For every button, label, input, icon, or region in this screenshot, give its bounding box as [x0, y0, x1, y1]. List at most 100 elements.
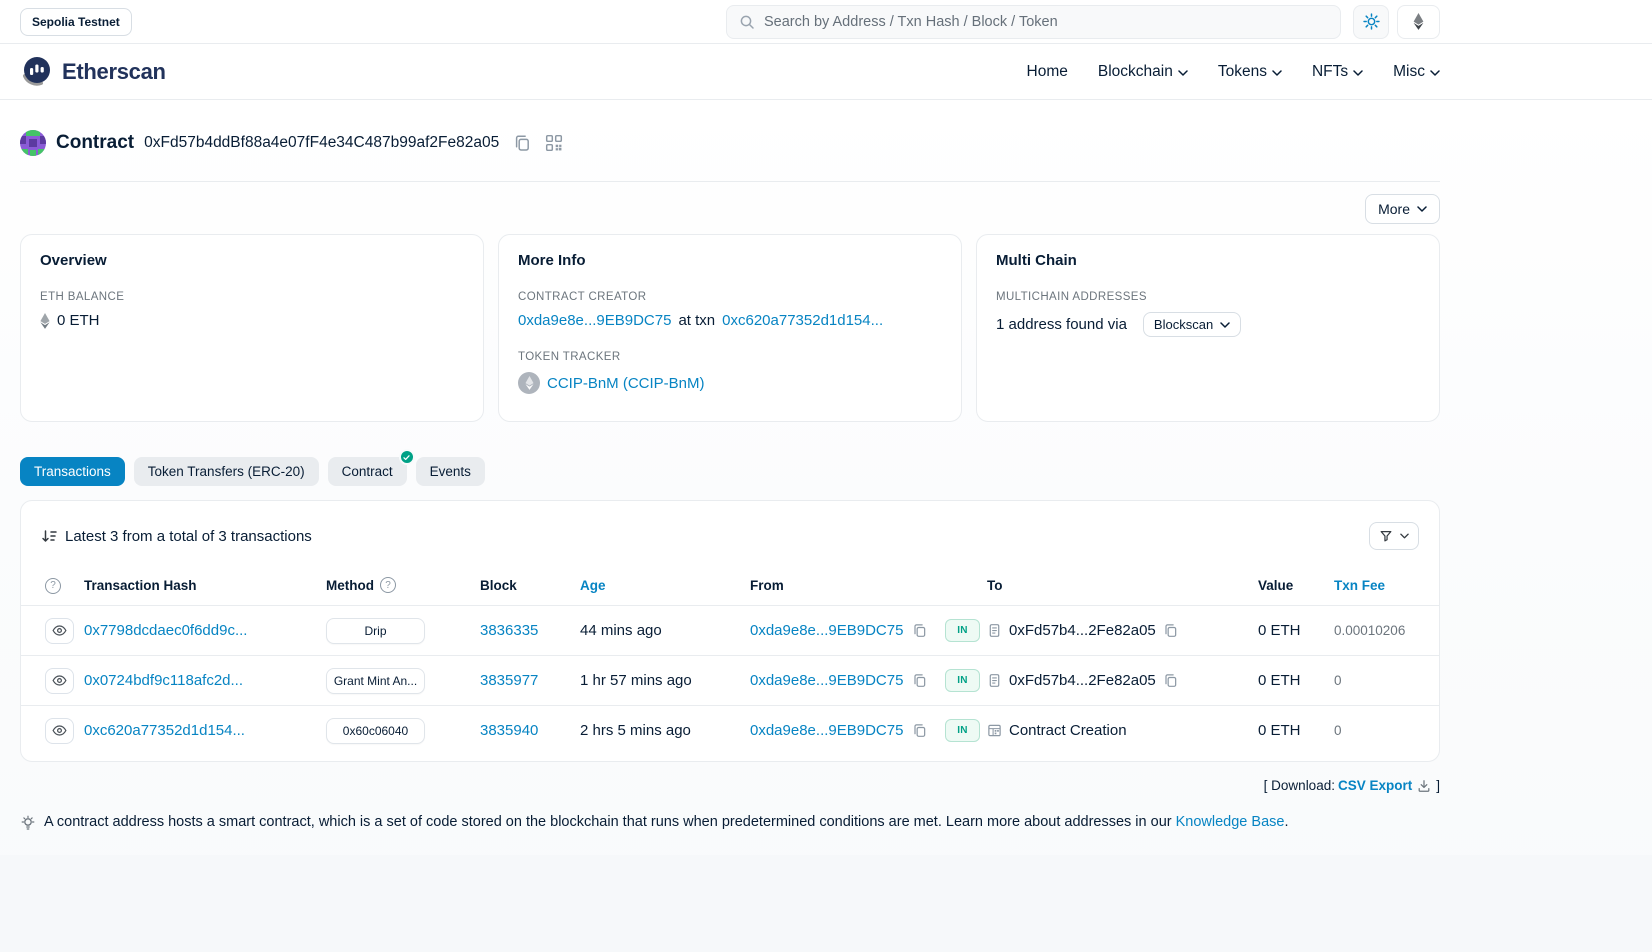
nav-item-misc[interactable]: Misc — [1393, 63, 1440, 81]
eth-icon — [40, 313, 50, 329]
tab-contract[interactable]: Contract — [328, 457, 407, 486]
method-badge[interactable]: 0x60c06040 — [326, 718, 425, 744]
creator-address-link[interactable]: 0xda9e8e...9EB9DC75 — [518, 312, 671, 329]
chevron-down-icon — [1430, 70, 1440, 76]
direction-in-badge: IN — [945, 619, 980, 642]
direction-in-badge: IN — [945, 719, 980, 742]
header-block: Block — [480, 578, 580, 593]
etherscan-logo[interactable]: Etherscan — [20, 55, 166, 89]
help-icon[interactable]: ? — [380, 577, 396, 593]
table-row: 0x7798dcdaec0f6dd9c... Drip 3836335 44 m… — [21, 605, 1439, 655]
method-badge[interactable]: Drip — [326, 618, 425, 644]
transactions-panel: Latest 3 from a total of 3 transactions … — [20, 500, 1440, 762]
nav-item-nfts[interactable]: NFTs — [1312, 63, 1363, 81]
copy-icon[interactable] — [1163, 673, 1178, 688]
page-body: Contract 0xFd57b4ddBf88a4e07fF4e34C487b9… — [0, 100, 1652, 952]
age-text: 44 mins ago — [580, 622, 750, 639]
overview-card: Overview ETH BALANCE 0 ETH — [20, 234, 484, 422]
nav-menu: Home Blockchain Tokens NFTs Misc — [1027, 63, 1440, 81]
nav-item-tokens[interactable]: Tokens — [1218, 63, 1282, 81]
copy-icon[interactable] — [912, 673, 927, 688]
transactions-summary: Latest 3 from a total of 3 transactions — [41, 528, 312, 545]
block-link[interactable]: 3835940 — [480, 722, 538, 739]
chevron-down-icon — [1272, 70, 1282, 76]
contract-header: Contract 0xFd57b4ddBf88a4e07fF4e34C487b9… — [20, 100, 1440, 156]
header-age[interactable]: Age — [580, 578, 750, 593]
chevron-down-icon — [1220, 322, 1230, 328]
tab-token-transfers[interactable]: Token Transfers (ERC-20) — [134, 457, 319, 486]
table-header-row: ? Transaction Hash Method? Block Age Fro… — [21, 565, 1439, 605]
table-row: 0x0724bdf9c118afc2d... Grant Mint An... … — [21, 655, 1439, 705]
txn-preview-eye-button[interactable] — [45, 618, 74, 644]
copy-address-icon[interactable] — [513, 134, 531, 152]
download-bracket: ] — [1436, 778, 1440, 793]
to-address-text: 0xFd57b4...2Fe82a05 — [1009, 672, 1156, 689]
txn-hash-link[interactable]: 0x7798dcdaec0f6dd9c... — [84, 622, 247, 639]
nav-item-home[interactable]: Home — [1027, 63, 1068, 81]
tab-transactions[interactable]: Transactions — [20, 457, 125, 486]
tab-events[interactable]: Events — [416, 457, 485, 486]
page-title: Contract — [56, 132, 134, 154]
token-icon — [518, 372, 540, 394]
txn-preview-eye-button[interactable] — [45, 668, 74, 694]
header-from: From — [750, 578, 945, 593]
eye-icon — [52, 673, 67, 688]
multichain-found-text: 1 address found via — [996, 316, 1127, 333]
txn-preview-eye-button[interactable] — [45, 718, 74, 744]
copy-icon[interactable] — [1163, 623, 1178, 638]
download-icon — [1417, 779, 1431, 793]
network-switch-button[interactable] — [1397, 5, 1440, 39]
theme-toggle-button[interactable] — [1353, 5, 1389, 39]
csv-export-link[interactable]: CSV Export — [1338, 778, 1412, 793]
age-text: 2 hrs 5 mins ago — [580, 722, 750, 739]
copy-icon[interactable] — [912, 623, 927, 638]
sun-icon — [1363, 13, 1380, 30]
network-badge[interactable]: Sepolia Testnet — [20, 8, 132, 36]
help-icon[interactable]: ? — [45, 578, 61, 594]
eye-icon — [52, 623, 67, 638]
lightbulb-icon — [20, 815, 36, 831]
nav-item-blockchain[interactable]: Blockchain — [1098, 63, 1188, 81]
value-text: 0 ETH — [1258, 622, 1334, 639]
copy-icon[interactable] — [912, 723, 927, 738]
chevron-down-icon — [1400, 533, 1409, 539]
qr-code-icon[interactable] — [545, 134, 563, 152]
download-label: [ Download: — [1264, 778, 1335, 793]
header-txn-fee[interactable]: Txn Fee — [1334, 578, 1439, 593]
block-link[interactable]: 3836335 — [480, 622, 538, 639]
from-address-link[interactable]: 0xda9e8e...9EB9DC75 — [750, 622, 903, 639]
search-icon — [739, 14, 755, 30]
txn-fee-text: 0.00010206 — [1334, 623, 1439, 638]
note-suffix: . — [1284, 814, 1288, 830]
block-link[interactable]: 3835977 — [480, 672, 538, 689]
creation-txn-link[interactable]: 0xc620a77352d1d154... — [722, 312, 883, 329]
value-text: 0 ETH — [1258, 722, 1334, 739]
blockscan-dropdown[interactable]: Blockscan — [1143, 312, 1241, 337]
value-text: 0 ETH — [1258, 672, 1334, 689]
multi-chain-card: Multi Chain MULTICHAIN ADDRESSES 1 addre… — [976, 234, 1440, 422]
search-input[interactable] — [764, 14, 1328, 30]
multichain-addresses-label: MULTICHAIN ADDRESSES — [996, 291, 1420, 303]
chevron-down-icon — [1353, 70, 1363, 76]
token-tracker-label: TOKEN TRACKER — [518, 351, 942, 363]
note-text: A contract address hosts a smart contrac… — [44, 814, 1172, 830]
txn-fee-text: 0 — [1334, 673, 1439, 688]
from-address-link[interactable]: 0xda9e8e...9EB9DC75 — [750, 722, 903, 739]
info-cards: Overview ETH BALANCE 0 ETH More Info CON… — [20, 234, 1440, 422]
direction-in-badge: IN — [945, 669, 980, 692]
age-text: 1 hr 57 mins ago — [580, 672, 750, 689]
brand-name: Etherscan — [62, 59, 166, 85]
sort-icon — [41, 528, 57, 544]
header-transaction-hash: Transaction Hash — [84, 578, 321, 593]
filter-button[interactable] — [1369, 522, 1419, 550]
address-blockie-avatar — [20, 130, 46, 156]
contract-address: 0xFd57b4ddBf88a4e07fF4e34C487b99af2Fe82a… — [144, 134, 499, 152]
knowledge-base-link[interactable]: Knowledge Base — [1176, 814, 1285, 830]
contract-note: A contract address hosts a smart contrac… — [20, 814, 1440, 831]
txn-hash-link[interactable]: 0xc620a77352d1d154... — [84, 722, 245, 739]
from-address-link[interactable]: 0xda9e8e...9EB9DC75 — [750, 672, 903, 689]
token-tracker-link[interactable]: CCIP-BnM (CCIP-BnM) — [547, 375, 705, 392]
more-button[interactable]: More — [1365, 194, 1440, 224]
method-badge[interactable]: Grant Mint An... — [326, 668, 425, 694]
txn-hash-link[interactable]: 0x0724bdf9c118afc2d... — [84, 672, 243, 689]
